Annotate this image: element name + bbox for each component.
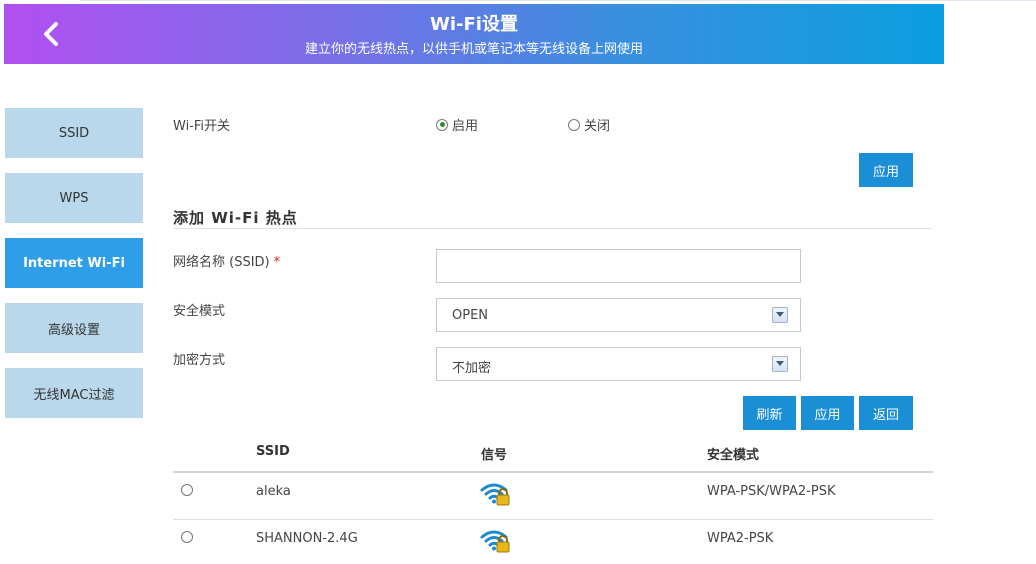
section-divider <box>173 228 933 229</box>
sidebar-item-ssid[interactable]: SSID <box>5 108 143 158</box>
encryption-select[interactable]: 不加密 <box>436 347 801 381</box>
column-header-security: 安全模式 <box>707 448 760 463</box>
column-header-ssid: SSID <box>256 444 290 459</box>
wifi-enable-label: 启用 <box>452 119 479 134</box>
security-mode-select[interactable]: OPEN <box>436 298 801 332</box>
wifi-switch-label: Wi-Fi开关 <box>173 119 231 134</box>
network-security: WPA2-PSK <box>707 531 774 546</box>
security-mode-label: 安全模式 <box>173 304 226 319</box>
return-button[interactable]: 返回 <box>859 396 913 430</box>
network-select-radio[interactable] <box>181 531 193 543</box>
radio-unchecked-icon <box>568 118 580 131</box>
chevron-down-icon <box>772 356 788 372</box>
sidebar-item-wps[interactable]: WPS <box>5 173 143 223</box>
page-title: Wi-Fi设置 <box>430 14 518 35</box>
apply-button[interactable]: 应用 <box>801 396 854 430</box>
refresh-button[interactable]: 刷新 <box>743 396 796 430</box>
page-subtitle: 建立你的无线热点，以供手机或笔记本等无线设备上网使用 <box>304 42 643 57</box>
network-select-radio[interactable] <box>181 484 193 496</box>
wifi-lock-icon <box>480 530 510 553</box>
ssid-label: 网络名称 (SSID) * <box>173 251 280 270</box>
encryption-value: 不加密 <box>452 361 492 376</box>
network-ssid: aleka <box>256 484 291 499</box>
network-security: WPA-PSK/WPA2-PSK <box>707 484 836 499</box>
security-mode-value: OPEN <box>452 308 489 323</box>
page-header: Wi-Fi设置 建立你的无线热点，以供手机或笔记本等无线设备上网使用 <box>4 4 944 64</box>
add-hotspot-title: 添加 Wi-Fi 热点 <box>173 209 298 227</box>
wifi-disable-radio[interactable]: 关闭 <box>568 115 610 134</box>
chevron-down-icon <box>772 307 788 323</box>
sidebar-item-advanced-settings[interactable]: 高级设置 <box>5 303 143 353</box>
wifi-enable-radio[interactable]: 启用 <box>436 115 478 134</box>
top-divider <box>80 0 1036 1</box>
sidebar-item-internet-wifi[interactable]: Internet Wi-Fi <box>5 238 143 288</box>
required-mark: * <box>273 255 281 270</box>
column-header-signal: 信号 <box>481 448 508 463</box>
sidebar-item-mac-filter[interactable]: 无线MAC过滤 <box>5 368 143 418</box>
ssid-label-text: 网络名称 (SSID) <box>173 255 270 270</box>
wifi-disable-label: 关闭 <box>584 119 611 134</box>
wifi-switch-apply-button[interactable]: 应用 <box>859 153 913 187</box>
encryption-label: 加密方式 <box>173 353 226 368</box>
ssid-input[interactable] <box>436 249 801 283</box>
radio-checked-icon <box>436 118 448 131</box>
wifi-lock-icon <box>480 483 510 506</box>
table-header-divider <box>173 471 933 473</box>
row-divider <box>173 519 933 520</box>
network-ssid: SHANNON-2.4G <box>256 531 358 546</box>
